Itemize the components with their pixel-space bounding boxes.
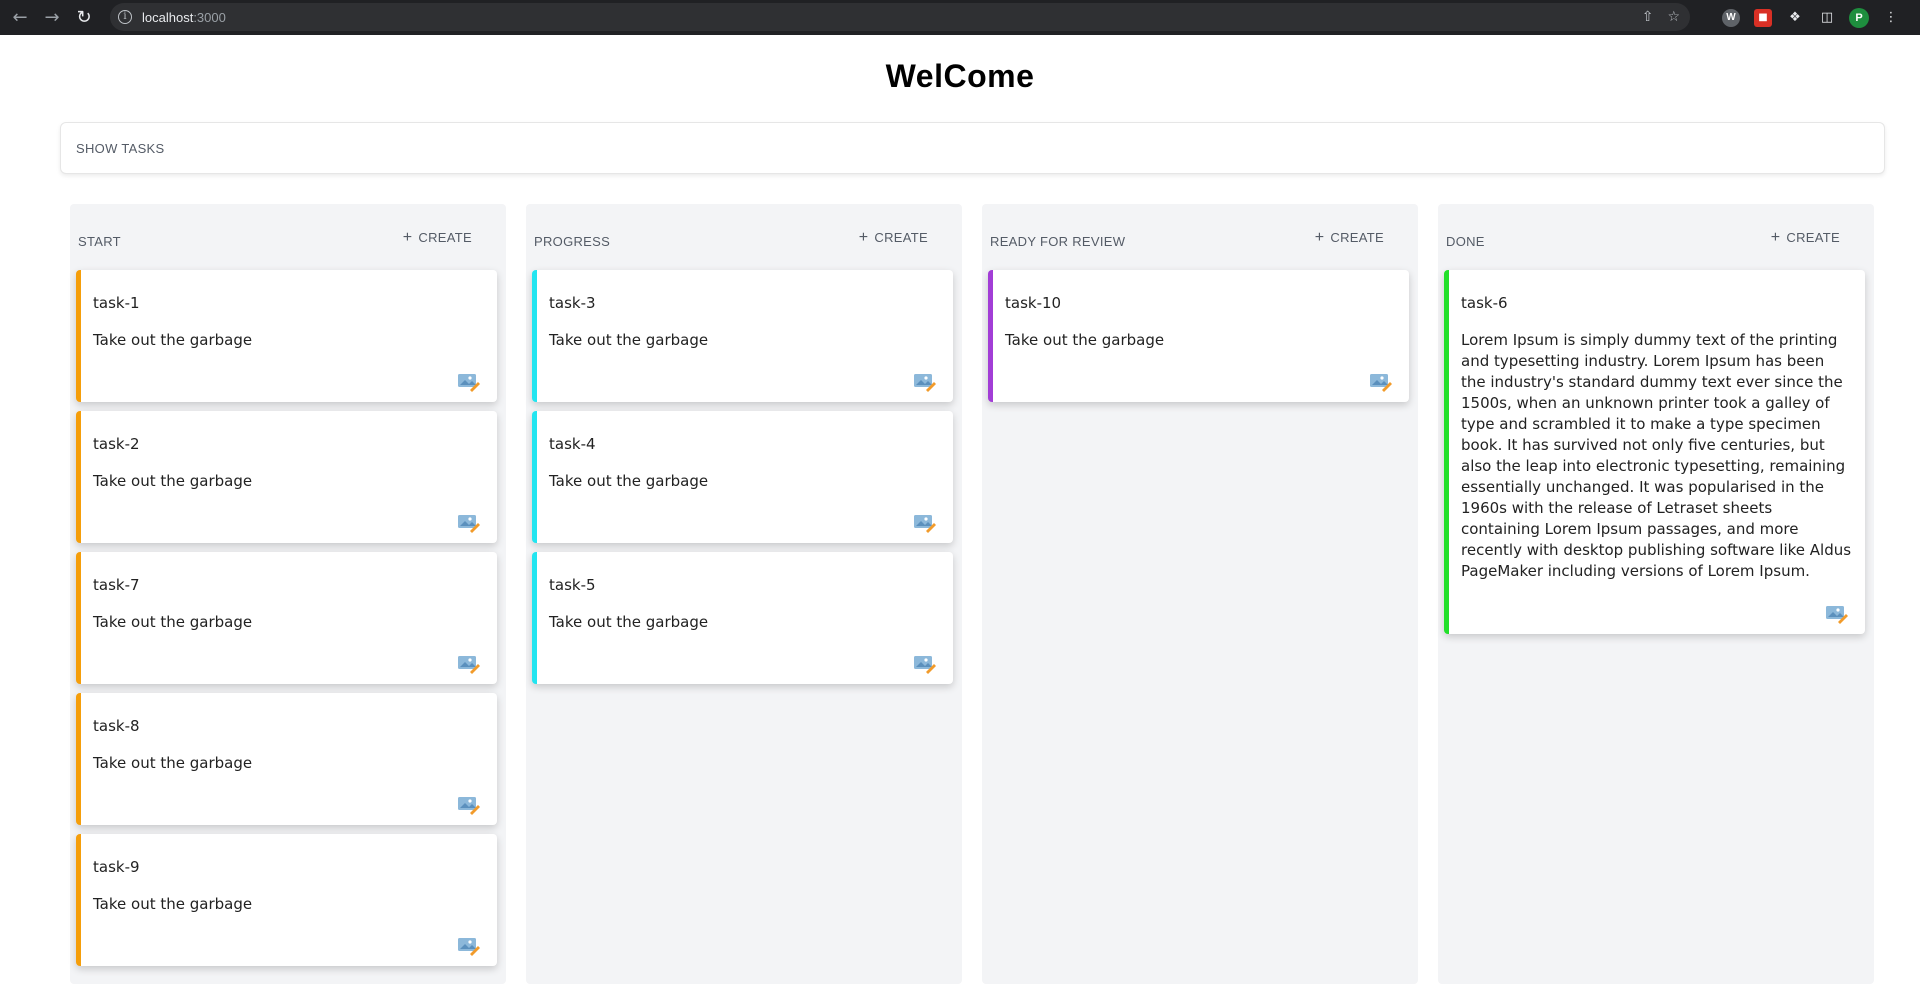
forward-arrow-icon[interactable]: → <box>36 2 68 34</box>
task-card[interactable]: task-5 Take out the garbage <box>532 552 953 684</box>
task-title: task-9 <box>93 858 140 876</box>
edit-image-icon[interactable] <box>457 795 481 815</box>
info-icon[interactable]: i <box>118 10 132 24</box>
task-description: Take out the garbage <box>93 331 253 349</box>
task-title: task-1 <box>93 294 140 312</box>
column-progress: PROGRESS + CREATE task-3 Take out the gar… <box>526 204 962 984</box>
task-title: task-7 <box>93 576 140 594</box>
create-button[interactable]: + CREATE <box>1314 228 1384 246</box>
create-button[interactable]: + CREATE <box>858 228 928 246</box>
extensions-puzzle-icon[interactable]: ❖ <box>1784 7 1806 29</box>
bookmark-star-icon[interactable]: ☆ <box>1667 9 1680 25</box>
task-description: Take out the garbage <box>549 613 709 631</box>
edit-image-icon[interactable] <box>1369 372 1393 392</box>
column-ready-for-review: READY FOR REVIEW + CREATE task-10 Take ou… <box>982 204 1418 984</box>
task-card[interactable]: task-7 Take out the garbage <box>76 552 497 684</box>
extension-red-icon[interactable]: ■ <box>1752 7 1774 29</box>
task-description: Take out the garbage <box>93 895 253 913</box>
profile-avatar[interactable]: P <box>1848 7 1870 29</box>
task-description: Lorem Ipsum is simply dummy text of the … <box>1461 331 1852 580</box>
column-title: START <box>78 234 121 249</box>
task-title: task-6 <box>1461 294 1508 312</box>
edit-image-icon[interactable] <box>913 372 937 392</box>
column-title: READY FOR REVIEW <box>990 234 1126 249</box>
kanban-board: START + CREATE task-1 Take out the garbag… <box>70 204 1874 984</box>
task-card[interactable]: task-4 Take out the garbage <box>532 411 953 543</box>
task-title: task-10 <box>1005 294 1062 312</box>
task-title: task-5 <box>549 576 596 594</box>
column-done: DONE + CREATE task-6 Lorem Ipsum is simpl… <box>1438 204 1874 984</box>
edit-image-icon[interactable] <box>457 654 481 674</box>
address-bar[interactable]: i localhost:3000 ⇧ ☆ <box>110 3 1690 31</box>
task-description: Take out the garbage <box>549 472 709 490</box>
reload-icon[interactable]: ↻ <box>68 2 100 34</box>
show-tasks-button[interactable]: SHOW TASKS <box>60 122 1885 174</box>
plus-icon: + <box>1314 228 1325 246</box>
share-icon[interactable]: ⇧ <box>1642 9 1654 25</box>
create-button[interactable]: + CREATE <box>1770 228 1840 246</box>
side-panel-icon[interactable]: ◫ <box>1816 7 1838 29</box>
task-card[interactable]: task-9 Take out the garbage <box>76 834 497 966</box>
edit-image-icon[interactable] <box>913 513 937 533</box>
extension-w-icon[interactable]: W <box>1720 7 1742 29</box>
task-card[interactable]: task-10 Take out the garbage <box>988 270 1409 402</box>
task-title: task-2 <box>93 435 140 453</box>
task-title: task-4 <box>549 435 596 453</box>
browser-toolbar: ← → ↻ i localhost:3000 ⇧ ☆ W ■ ❖ ◫ P ⋮ <box>0 0 1920 35</box>
task-card[interactable]: task-1 Take out the garbage <box>76 270 497 402</box>
column-title: DONE <box>1446 234 1485 249</box>
task-card[interactable]: task-2 Take out the garbage <box>76 411 497 543</box>
back-arrow-icon[interactable]: ← <box>4 2 36 34</box>
task-card[interactable]: task-3 Take out the garbage <box>532 270 953 402</box>
plus-icon: + <box>858 228 869 246</box>
edit-image-icon[interactable] <box>913 654 937 674</box>
edit-image-icon[interactable] <box>457 936 481 956</box>
page-title: WelCome <box>885 58 1035 94</box>
create-button[interactable]: + CREATE <box>402 228 472 246</box>
edit-image-icon[interactable] <box>1825 604 1849 624</box>
url-host: localhost <box>142 9 194 25</box>
task-card[interactable]: task-8 Take out the garbage <box>76 693 497 825</box>
task-description: Take out the garbage <box>93 613 253 631</box>
task-description: Take out the garbage <box>93 754 253 772</box>
column-title: PROGRESS <box>534 234 611 249</box>
plus-icon: + <box>1770 228 1781 246</box>
url-port: :3000 <box>193 9 226 25</box>
task-description: Take out the garbage <box>549 331 709 349</box>
task-title: task-3 <box>549 294 596 312</box>
edit-image-icon[interactable] <box>457 513 481 533</box>
plus-icon: + <box>402 228 413 246</box>
task-description: Take out the garbage <box>1005 331 1165 349</box>
column-start: START + CREATE task-1 Take out the garbag… <box>70 204 506 984</box>
task-description: Take out the garbage <box>93 472 253 490</box>
edit-image-icon[interactable] <box>457 372 481 392</box>
task-card[interactable]: task-6 Lorem Ipsum is simply dummy text … <box>1444 270 1865 634</box>
more-menu-icon[interactable]: ⋮ <box>1880 7 1902 29</box>
task-title: task-8 <box>93 717 140 735</box>
